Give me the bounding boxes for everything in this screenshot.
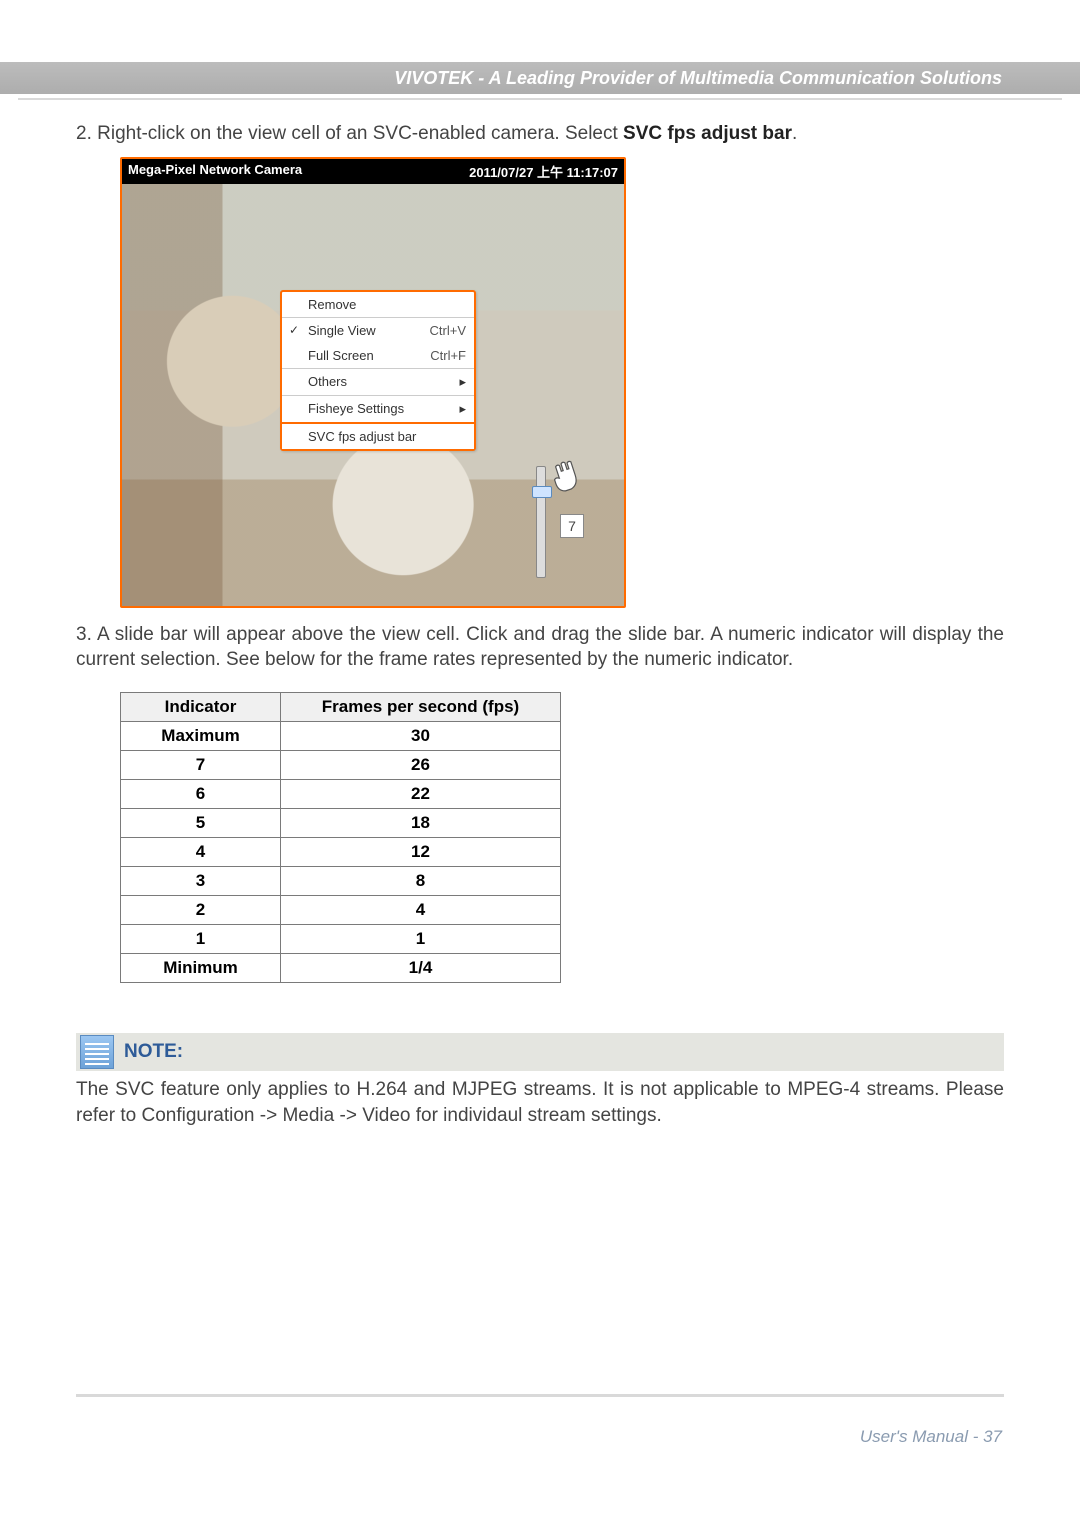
cell-ind: Minimum — [121, 953, 281, 982]
step2-prefix: 2. Right-click on the view cell of an SV… — [76, 123, 623, 144]
menu-others[interactable]: Others — [282, 368, 474, 395]
step-2: 2. Right-click on the view cell of an SV… — [76, 122, 1004, 147]
menu-single-view[interactable]: Single View Ctrl+V — [282, 317, 474, 343]
menu-svc-fps[interactable]: SVC fps adjust bar — [282, 422, 474, 449]
header-rule — [18, 98, 1062, 100]
svc-slider-indicator: 7 — [560, 514, 584, 538]
bottom-rule — [76, 1394, 1004, 1397]
table-row: 11 — [121, 924, 561, 953]
cell-ind: 6 — [121, 779, 281, 808]
cell-fps: 22 — [281, 779, 561, 808]
table-row: 622 — [121, 779, 561, 808]
note-icon — [80, 1035, 114, 1069]
cell-fps: 4 — [281, 895, 561, 924]
cell-fps: 26 — [281, 750, 561, 779]
note-heading: NOTE: — [76, 1033, 1004, 1071]
cell-fps: 8 — [281, 866, 561, 895]
cell-ind: 2 — [121, 895, 281, 924]
menu-full-screen-shortcut: Ctrl+F — [430, 348, 466, 363]
th-fps: Frames per second (fps) — [281, 692, 561, 721]
menu-remove-label: Remove — [308, 297, 356, 312]
step2-bold: SVC fps adjust bar — [623, 123, 792, 144]
context-menu: Remove Single View Ctrl+V Full Screen Ct… — [280, 290, 476, 451]
page-header: VIVOTEK - A Leading Provider of Multimed… — [394, 68, 1002, 89]
menu-fisheye-label: Fisheye Settings — [308, 401, 404, 416]
cell-fps: 12 — [281, 837, 561, 866]
cell-ind: 5 — [121, 808, 281, 837]
step2-suffix: . — [792, 123, 797, 144]
camera-body: Remove Single View Ctrl+V Full Screen Ct… — [122, 184, 624, 606]
menu-single-view-shortcut: Ctrl+V — [430, 323, 466, 338]
svc-slider-overlay: 7 — [516, 456, 586, 596]
camera-title: Mega-Pixel Network Camera — [128, 162, 302, 181]
menu-full-screen[interactable]: Full Screen Ctrl+F — [282, 343, 474, 368]
step-3: 3. A slide bar will appear above the vie… — [76, 622, 1004, 673]
camera-header: Mega-Pixel Network Camera 2011/07/27 上午 … — [122, 159, 624, 184]
table-row: Minimum1/4 — [121, 953, 561, 982]
note-title: NOTE: — [124, 1041, 183, 1063]
cell-ind: 1 — [121, 924, 281, 953]
cell-fps: 1/4 — [281, 953, 561, 982]
menu-others-label: Others — [308, 374, 347, 389]
cell-fps: 1 — [281, 924, 561, 953]
menu-single-view-label: Single View — [308, 323, 376, 338]
table-row: Maximum30 — [121, 721, 561, 750]
table-header-row: Indicator Frames per second (fps) — [121, 692, 561, 721]
menu-remove[interactable]: Remove — [282, 292, 474, 317]
cell-fps: 30 — [281, 721, 561, 750]
svc-slider-track[interactable] — [536, 466, 546, 578]
cell-ind: 3 — [121, 866, 281, 895]
menu-fisheye[interactable]: Fisheye Settings — [282, 395, 474, 422]
menu-svc-fps-label: SVC fps adjust bar — [308, 429, 416, 444]
note-text: The SVC feature only applies to H.264 an… — [76, 1077, 1004, 1128]
table-row: 24 — [121, 895, 561, 924]
table-row: 726 — [121, 750, 561, 779]
th-indicator: Indicator — [121, 692, 281, 721]
table-row: 38 — [121, 866, 561, 895]
cell-ind: Maximum — [121, 721, 281, 750]
camera-view-cell[interactable]: Mega-Pixel Network Camera 2011/07/27 上午 … — [120, 157, 626, 608]
cell-ind: 4 — [121, 837, 281, 866]
camera-timestamp: 2011/07/27 上午 11:17:07 — [469, 162, 618, 181]
table-row: 412 — [121, 837, 561, 866]
footer: User's Manual - 37 — [860, 1427, 1002, 1447]
header-band: VIVOTEK - A Leading Provider of Multimed… — [0, 62, 1080, 94]
cell-ind: 7 — [121, 750, 281, 779]
table-row: 518 — [121, 808, 561, 837]
fps-table: Indicator Frames per second (fps) Maximu… — [120, 692, 561, 983]
menu-full-screen-label: Full Screen — [308, 348, 374, 363]
cell-fps: 18 — [281, 808, 561, 837]
